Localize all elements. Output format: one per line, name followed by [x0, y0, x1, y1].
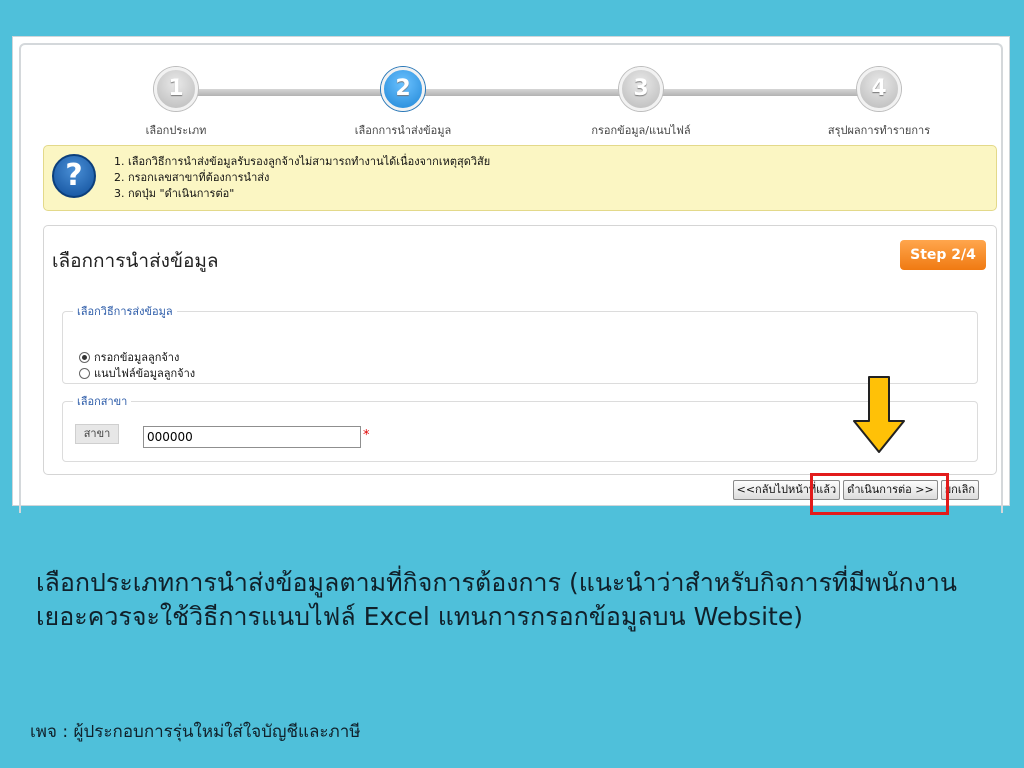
- instruction-line-1: 1. เลือกวิธีการนำส่งข้อมูลรับรองลูกจ้างไ…: [114, 155, 491, 168]
- instruction-line-3: 3. กดปุ่ม "ดำเนินการต่อ": [114, 187, 235, 200]
- instruction-line-2: 2. กรอกเลขสาขาที่ต้องการนำส่ง: [114, 171, 270, 184]
- step-4: 4 สรุปผลการทำรายการ: [809, 67, 949, 139]
- method-option-file-label: แนบไฟล์ข้อมูลลูกจ้าง: [94, 367, 196, 380]
- method-legend: เลือกวิธีการส่งข้อมูล: [77, 305, 173, 318]
- step-3: 3 กรอกข้อมูล/แนบไฟล์: [571, 67, 711, 139]
- step-3-circle: 3: [619, 67, 663, 111]
- question-icon: ?: [52, 154, 96, 198]
- branch-label: สาขา: [75, 424, 119, 444]
- step-3-label: กรอกข้อมูล/แนบไฟล์: [591, 124, 691, 137]
- step-1: 1 เลือกประเภท: [106, 67, 246, 139]
- method-option-file[interactable]: แนบไฟล์ข้อมูลลูกจ้าง: [79, 364, 195, 382]
- footer-credit: เพจ : ผู้ประกอบการรุ่นใหม่ใส่ใจบัญชีและภ…: [30, 722, 361, 742]
- step-4-label: สรุปผลการทำรายการ: [827, 124, 931, 137]
- radio-file[interactable]: [79, 367, 90, 379]
- step-badge: Step 2/4: [900, 240, 986, 270]
- next-button-highlight: [810, 473, 949, 515]
- step-1-label: เลือกประเภท: [145, 124, 207, 137]
- panel-title: เลือกการนำส่งข้อมูล: [52, 250, 219, 272]
- branch-fieldset: เลือกสาขา สาขา *: [62, 392, 978, 462]
- branch-input[interactable]: [143, 426, 361, 448]
- branch-legend: เลือกสาขา: [77, 395, 128, 408]
- step-2-circle: 2: [381, 67, 425, 111]
- step-2: 2 เลือกการนำส่งข้อมูล: [333, 67, 473, 139]
- caption-text: เลือกประเภทการนำส่งข้อมูลตามที่กิจการต้อ…: [36, 568, 958, 631]
- step-2-label: เลือกการนำส่งข้อมูล: [354, 124, 452, 137]
- radio-manual[interactable]: [79, 351, 90, 363]
- required-mark: *: [363, 428, 370, 443]
- instruction-list: 1. เลือกวิธีการนำส่งข้อมูลรับรองลูกจ้างไ…: [114, 154, 490, 202]
- step-1-circle: 1: [154, 67, 198, 111]
- method-fieldset: เลือกวิธีการส่งข้อมูล กรอกข้อมูลลูกจ้าง …: [62, 302, 978, 384]
- stepper-line: [186, 89, 886, 96]
- step-4-circle: 4: [857, 67, 901, 111]
- down-arrow-icon: [853, 376, 905, 453]
- instruction-box: ? 1. เลือกวิธีการนำส่งข้อมูลรับรองลูกจ้า…: [43, 145, 997, 211]
